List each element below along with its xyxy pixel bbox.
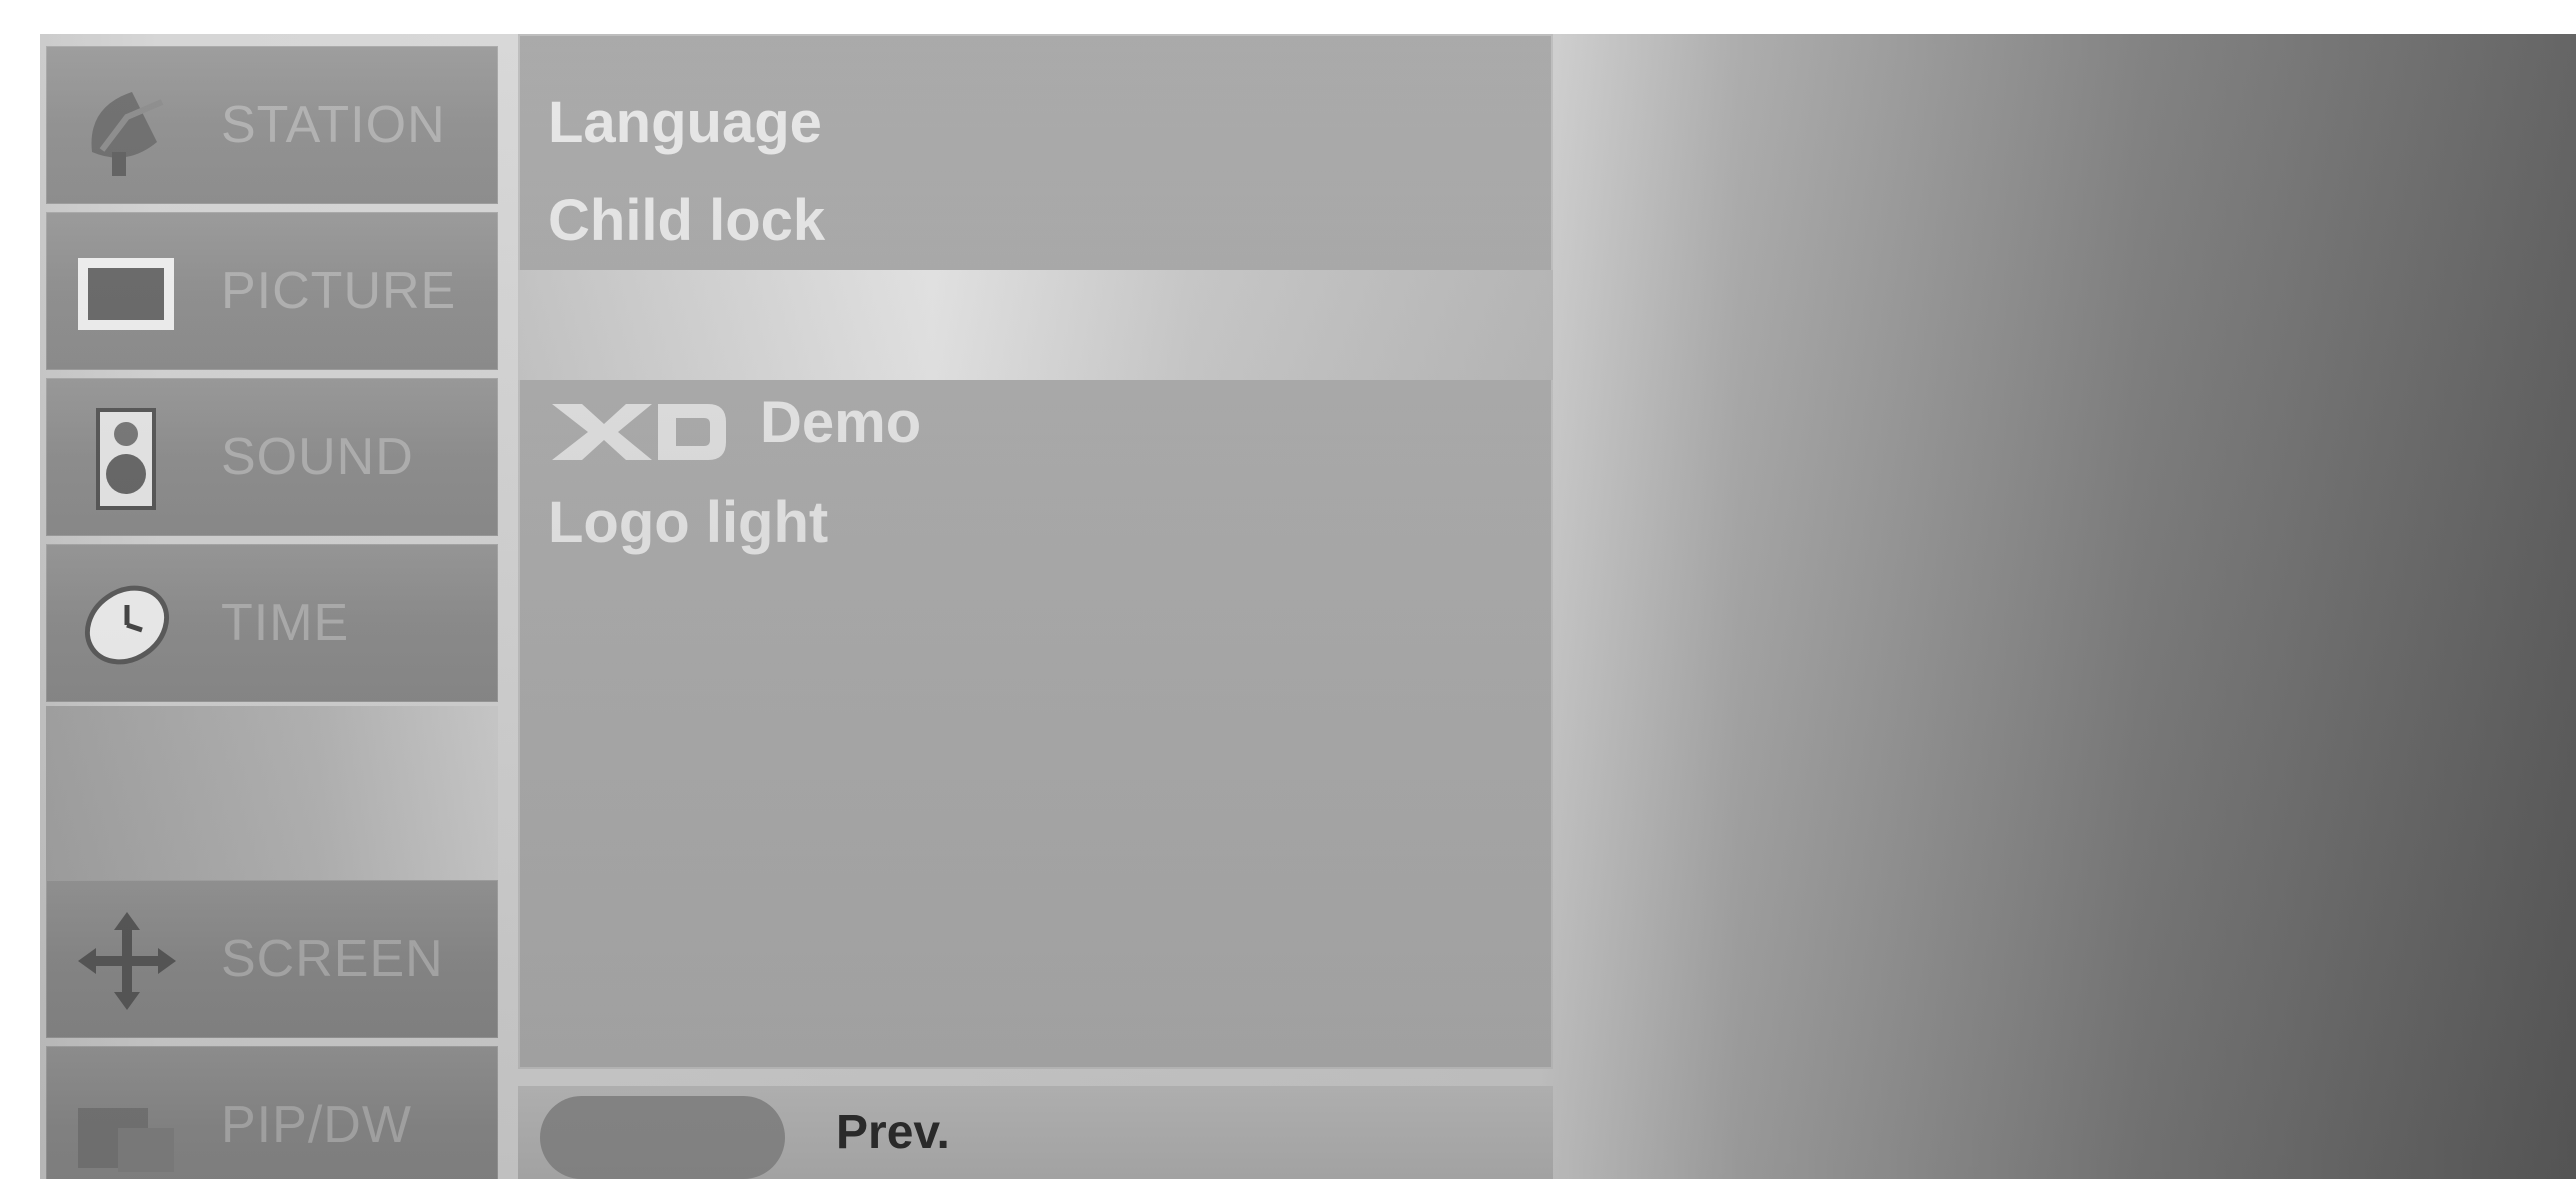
menu-item-xd-demo[interactable]: Demo [518, 374, 1553, 472]
menu-item-label: Logo light [548, 490, 829, 555]
menu-item-logo-light[interactable]: Logo light [518, 474, 1553, 572]
sidebar-label-time: TIME [221, 594, 350, 652]
sidebar-label-pip: PIP/DW [221, 1096, 412, 1154]
sidebar: STATION PICTURE SOUND TIME SCREEN PIP/DW [40, 34, 498, 1179]
clock-icon [72, 570, 182, 680]
sidebar-item-sound[interactable]: SOUND [46, 378, 498, 536]
sidebar-label-station: STATION [221, 96, 446, 154]
sidebar-item-station[interactable]: STATION [46, 46, 498, 204]
menu-item-selected-highlight[interactable] [518, 270, 1553, 380]
sidebar-item-time[interactable]: TIME [46, 544, 498, 702]
menu-item-label: Language [548, 90, 822, 155]
sidebar-label-sound: SOUND [221, 428, 414, 486]
option-menu-panel: Language Child lock Demo Logo light [518, 34, 1553, 1069]
sidebar-divider [46, 706, 498, 886]
menu-item-child-lock[interactable]: Child lock [518, 172, 1553, 270]
pip-icon [72, 1072, 182, 1179]
tv-osd-screen: STATION PICTURE SOUND TIME SCREEN PIP/DW… [40, 34, 2576, 1179]
sidebar-label-screen: SCREEN [221, 930, 444, 988]
menu-item-label: Demo [760, 390, 922, 455]
prev-label: Prev. [836, 1106, 950, 1159]
xd-logo-icon [548, 394, 728, 460]
sidebar-item-screen[interactable]: SCREEN [46, 880, 498, 1038]
sidebar-label-picture: PICTURE [221, 262, 457, 320]
speaker-icon [72, 404, 182, 514]
satellite-dish-icon [72, 72, 182, 182]
prev-button-icon[interactable] [540, 1096, 785, 1179]
menu-item-language[interactable]: Language [518, 74, 1553, 172]
tv-screen-icon [72, 238, 182, 348]
move-arrows-icon [72, 906, 182, 1016]
sidebar-item-picture[interactable]: PICTURE [46, 212, 498, 370]
sidebar-item-pip[interactable]: PIP/DW [46, 1046, 498, 1179]
menu-item-label: Child lock [548, 188, 826, 253]
help-bar: Prev. [518, 1086, 1553, 1179]
